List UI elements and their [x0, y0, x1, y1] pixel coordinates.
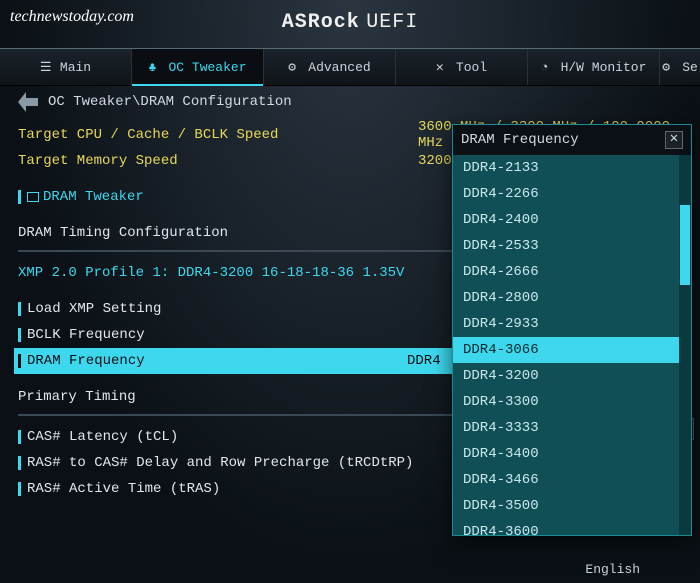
target-cpu-label: Target CPU / Cache / BCLK Speed — [18, 127, 418, 143]
marker-icon — [18, 354, 21, 368]
tab-security[interactable]: ⚙Se — [660, 49, 700, 85]
language-selector[interactable]: English — [585, 562, 640, 577]
tab-oc-tweaker[interactable]: ♣OC Tweaker — [132, 49, 264, 85]
marker-icon — [18, 456, 21, 470]
dropdown-option[interactable]: DDR4-2933 — [453, 311, 691, 337]
flame-icon: ♣ — [148, 60, 162, 74]
gauge-icon: ◔ — [541, 60, 555, 74]
marker-icon — [18, 430, 21, 444]
main-tab-bar: ☰Main ♣OC Tweaker ⚙Advanced ✕Tool ◔H/W M… — [0, 48, 700, 86]
target-memory-label: Target Memory Speed — [18, 153, 418, 169]
target-memory-value: 3200 — [418, 153, 452, 169]
marker-icon — [18, 190, 21, 204]
tab-main[interactable]: ☰Main — [0, 49, 132, 85]
gear-icon: ⚙ — [662, 60, 676, 74]
tab-hw-monitor[interactable]: ◔H/W Monitor — [528, 49, 660, 85]
dropdown-header: DRAM Frequency ✕ — [453, 125, 691, 155]
brand-logo: ASRock UEFI — [282, 10, 419, 34]
dropdown-option[interactable]: DDR4-3200 — [453, 363, 691, 389]
breadcrumb-text: OC Tweaker\DRAM Configuration — [48, 94, 292, 110]
dropdown-option[interactable]: DDR4-2533 — [453, 233, 691, 259]
dropdown-option[interactable]: DDR4-2266 — [453, 181, 691, 207]
dropdown-option[interactable]: DDR4-3500 — [453, 493, 691, 519]
marker-icon — [18, 302, 21, 316]
dropdown-list: DDR4-2133DDR4-2266DDR4-2400DDR4-2533DDR4… — [453, 155, 691, 535]
list-icon: ☰ — [40, 60, 54, 74]
dropdown-option[interactable]: DDR4-2666 — [453, 259, 691, 285]
dropdown-option[interactable]: DDR4-2133 — [453, 155, 691, 181]
tab-tool[interactable]: ✕Tool — [396, 49, 528, 85]
marker-icon — [18, 482, 21, 496]
dropdown-option[interactable]: DDR4-2800 — [453, 285, 691, 311]
tab-advanced[interactable]: ⚙Advanced — [264, 49, 396, 85]
dram-frequency-dropdown: DRAM Frequency ✕ DDR4-2133DDR4-2266DDR4-… — [452, 124, 692, 536]
scrollbar-thumb[interactable] — [680, 205, 690, 285]
tools-icon: ✕ — [436, 60, 450, 74]
dropdown-option[interactable]: DDR4-3600 — [453, 519, 691, 535]
watermark-text: technewstoday.com — [10, 8, 134, 26]
dropdown-option[interactable]: DDR4-3400 — [453, 441, 691, 467]
chip-icon — [27, 192, 39, 202]
scrollbar-track[interactable] — [679, 155, 691, 535]
dropdown-title: DRAM Frequency — [461, 132, 579, 148]
marker-icon — [18, 328, 21, 342]
wrench-icon: ⚙ — [288, 60, 302, 74]
breadcrumb: OC Tweaker\DRAM Configuration — [18, 92, 692, 112]
dropdown-option[interactable]: DDR4-3466 — [453, 467, 691, 493]
dropdown-option[interactable]: DDR4-3333 — [453, 415, 691, 441]
dropdown-option[interactable]: DDR4-2400 — [453, 207, 691, 233]
dropdown-option[interactable]: DDR4-3066 — [453, 337, 691, 363]
dropdown-option[interactable]: DDR4-3300 — [453, 389, 691, 415]
close-icon[interactable]: ✕ — [665, 131, 683, 149]
back-arrow-icon[interactable] — [18, 92, 38, 112]
